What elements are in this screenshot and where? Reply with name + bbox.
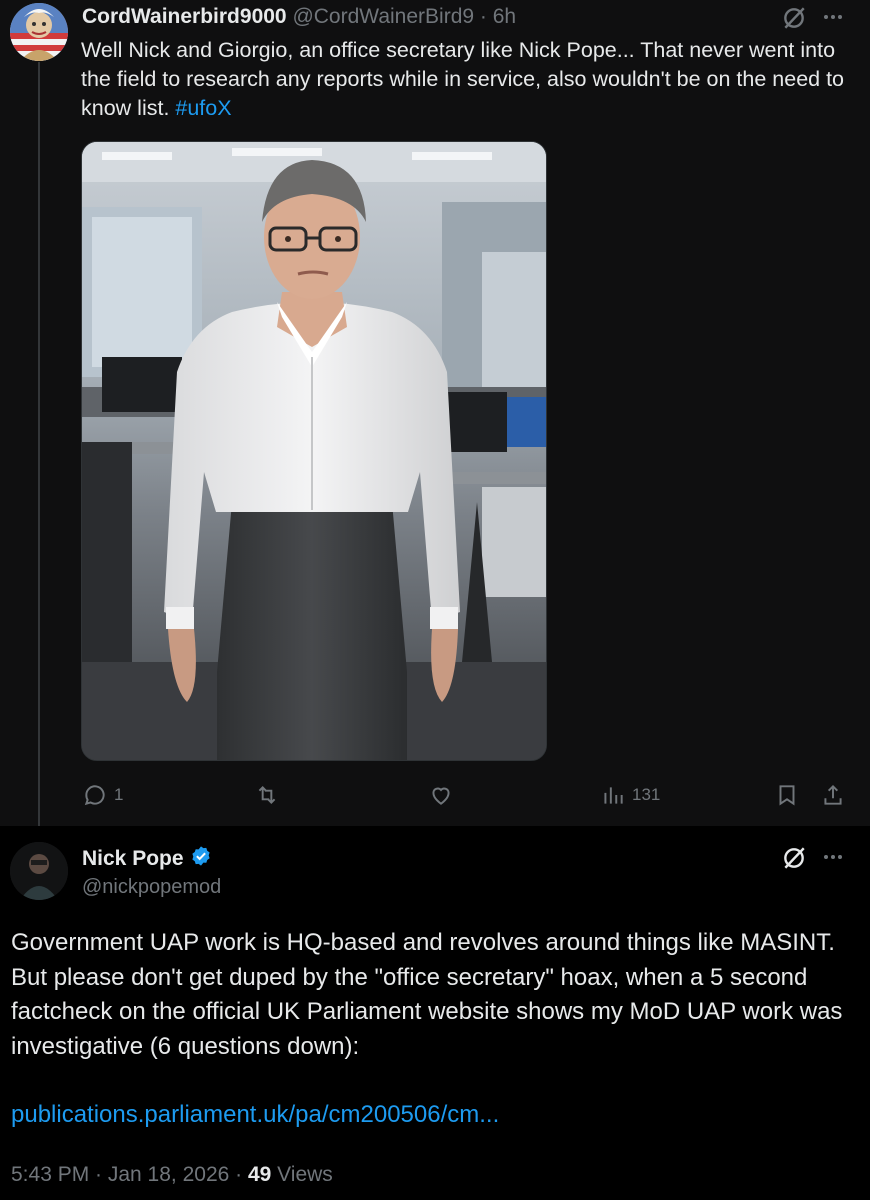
hashtag-link[interactable]: #ufoX bbox=[175, 96, 231, 120]
handle[interactable]: @nickpopemod bbox=[82, 876, 221, 899]
retweet-icon bbox=[258, 786, 276, 804]
timestamp[interactable]: 5:43 PM · Jan 18, 2026 · bbox=[11, 1163, 248, 1186]
tweet-text: Well Nick and Giorgio, an office secreta… bbox=[81, 36, 851, 123]
grok-icon[interactable] bbox=[780, 4, 808, 32]
bookmark-icon bbox=[779, 785, 795, 806]
tweet-text: Government UAP work is HQ-based and revo… bbox=[11, 929, 843, 1060]
views-label: Views bbox=[271, 1163, 333, 1186]
share-icon bbox=[824, 784, 842, 805]
reply-action-bar: 1 131 bbox=[0, 780, 870, 810]
handle-and-time[interactable]: @CordWainerBird9 · 6h bbox=[292, 5, 516, 28]
reply-button[interactable]: 1 bbox=[82, 782, 123, 808]
analytics-icon bbox=[604, 787, 623, 804]
display-name[interactable]: CordWainerbird9000 bbox=[82, 5, 287, 28]
avatar[interactable] bbox=[10, 3, 68, 61]
tweet-link[interactable]: publications.parliament.uk/pa/cm200506/c… bbox=[11, 1101, 499, 1129]
reply-tweet[interactable]: CordWainerbird9000 @CordWainerBird9 · 6h… bbox=[0, 0, 870, 834]
more-options-icon[interactable] bbox=[818, 4, 848, 30]
main-tweet[interactable]: Nick Pope @nickpopemod Government UAP wo… bbox=[0, 826, 870, 1200]
verified-badge-icon bbox=[190, 845, 212, 873]
views-count: 49 bbox=[247, 1163, 272, 1186]
views-button[interactable]: 131 bbox=[600, 782, 660, 808]
like-button[interactable] bbox=[428, 782, 460, 808]
retweet-button[interactable] bbox=[254, 782, 286, 808]
heart-icon bbox=[432, 787, 450, 805]
photo-office-man bbox=[82, 142, 546, 760]
thread-line bbox=[38, 62, 40, 834]
reply-count: 1 bbox=[114, 785, 124, 804]
display-name-row: Nick Pope bbox=[82, 845, 212, 873]
tweet-media-image[interactable] bbox=[81, 141, 547, 761]
display-name[interactable]: Nick Pope bbox=[82, 847, 184, 871]
reply-icon bbox=[84, 785, 105, 806]
grok-icon[interactable] bbox=[780, 844, 808, 872]
views-count: 131 bbox=[632, 785, 661, 804]
timestamp-and-views: 5:43 PM · Jan 18, 2026 · 49 Views bbox=[11, 1163, 333, 1187]
share-button[interactable] bbox=[820, 782, 846, 808]
avatar[interactable] bbox=[10, 842, 68, 900]
bookmark-button[interactable] bbox=[774, 782, 800, 808]
reply-header: CordWainerbird9000 @CordWainerBird9 · 6h bbox=[82, 5, 516, 29]
more-options-icon[interactable] bbox=[818, 844, 848, 870]
